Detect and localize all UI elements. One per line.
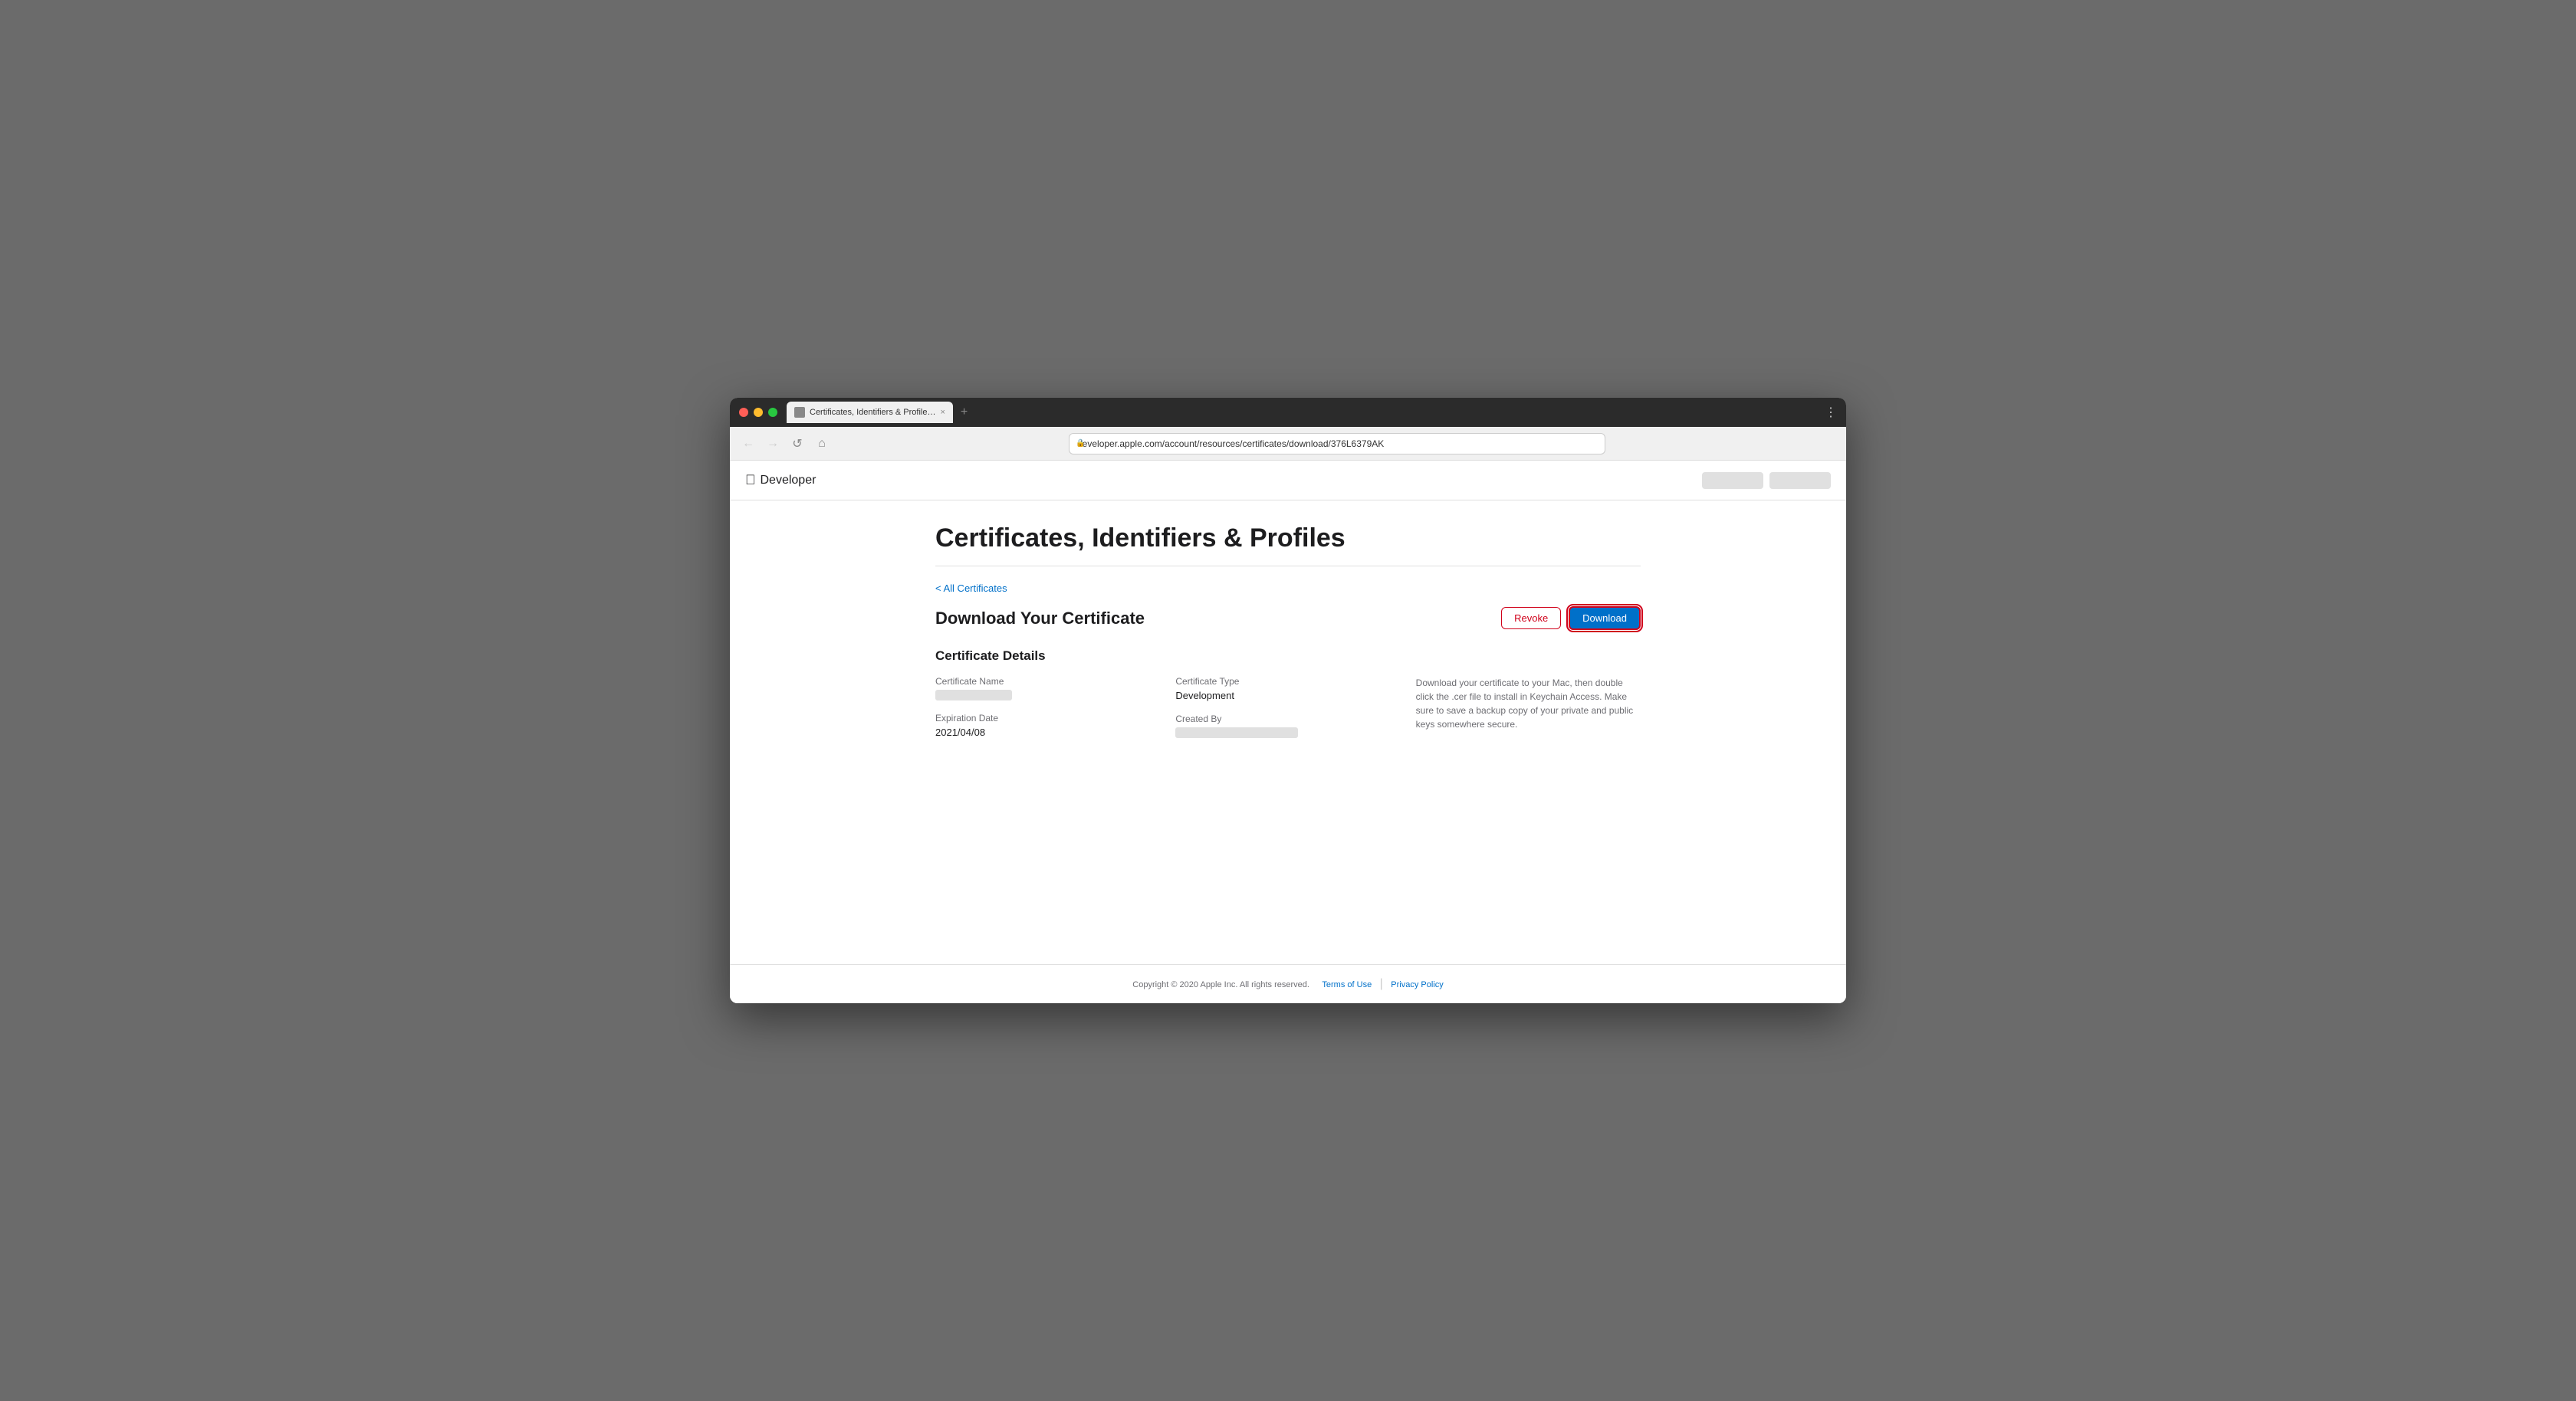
home-button[interactable]: ⌂ (813, 435, 831, 453)
nav-action-2[interactable] (1769, 472, 1831, 489)
apple-logo-icon:  (745, 472, 756, 488)
revoke-button[interactable]: Revoke (1501, 607, 1561, 629)
cert-type-value: Development (1175, 690, 1400, 701)
browser-window: Certificates, Identifiers & Profile… × +… (730, 398, 1846, 1003)
address-bar: ← → ↺ ⌂ 🔒 developer.apple.com/account/re… (730, 427, 1846, 461)
section-header: Download Your Certificate Revoke Downloa… (935, 606, 1641, 630)
tab-close-button[interactable]: × (940, 408, 945, 417)
maximize-window-button[interactable] (768, 408, 777, 417)
expiration-field: Expiration Date 2021/04/08 (935, 713, 1160, 738)
traffic-lights (739, 408, 777, 417)
nav-logo:  Developer (745, 472, 816, 488)
site-nav:  Developer (730, 461, 1846, 500)
copyright-text: Copyright © 2020 Apple Inc. All rights r… (1132, 980, 1309, 989)
breadcrumb-link[interactable]: All Certificates (935, 582, 1007, 594)
page-title: Certificates, Identifiers & Profiles (935, 523, 1641, 566)
nav-action-1[interactable] (1702, 472, 1763, 489)
cert-field-group-middle: Certificate Type Development Created By (1175, 676, 1400, 738)
reload-button[interactable]: ↺ (788, 435, 807, 453)
back-button[interactable]: ← (739, 435, 757, 453)
page-content:  Developer Certificates, Identifiers & … (730, 461, 1846, 1003)
tab-bar: Certificates, Identifiers & Profile… × + (787, 402, 1825, 423)
main-content: Certificates, Identifiers & Profiles All… (920, 500, 1656, 964)
title-bar: Certificates, Identifiers & Profile… × +… (730, 398, 1846, 427)
cert-name-value (935, 690, 1012, 700)
lock-icon: 🔒 (1076, 439, 1085, 448)
action-buttons: Revoke Download (1501, 606, 1641, 630)
privacy-policy-link[interactable]: Privacy Policy (1391, 980, 1443, 989)
browser-menu-button[interactable]: ⋮ (1825, 405, 1837, 420)
home-icon: ⌂ (818, 437, 826, 451)
reload-icon: ↺ (792, 436, 802, 451)
tab-favicon (794, 407, 805, 418)
cert-details-grid: Certificate Name Expiration Date 2021/04… (935, 676, 1641, 738)
nav-actions (1702, 472, 1831, 489)
section-title: Download Your Certificate (935, 609, 1145, 628)
footer-separator-2: | (1380, 977, 1387, 990)
page-footer: Copyright © 2020 Apple Inc. All rights r… (730, 964, 1846, 1003)
terms-of-use-link[interactable]: Terms of Use (1322, 980, 1372, 989)
expiration-value: 2021/04/08 (935, 727, 1160, 738)
expiration-label: Expiration Date (935, 713, 1160, 723)
forward-icon: → (767, 437, 779, 451)
active-tab[interactable]: Certificates, Identifiers & Profile… × (787, 402, 953, 423)
back-icon: ← (742, 437, 754, 451)
cert-name-field: Certificate Name (935, 676, 1160, 700)
address-text: developer.apple.com/account/resources/ce… (1077, 433, 1384, 454)
close-window-button[interactable] (739, 408, 748, 417)
address-input[interactable]: 🔒 developer.apple.com/account/resources/… (1069, 433, 1605, 454)
tab-title: Certificates, Identifiers & Profile… (810, 408, 935, 417)
cert-description: Download your certificate to your Mac, t… (1416, 676, 1641, 731)
developer-nav-label: Developer (761, 474, 816, 487)
created-by-label: Created By (1175, 714, 1400, 724)
cert-field-group-left: Certificate Name Expiration Date 2021/04… (935, 676, 1160, 738)
minimize-window-button[interactable] (754, 408, 763, 417)
cert-description-column: Download your certificate to your Mac, t… (1416, 676, 1641, 731)
cert-details-title: Certificate Details (935, 648, 1641, 664)
cert-type-field: Certificate Type Development (1175, 676, 1400, 701)
created-by-value (1175, 727, 1298, 738)
new-tab-button[interactable]: + (956, 405, 972, 419)
cert-name-label: Certificate Name (935, 676, 1160, 687)
created-by-field: Created By (1175, 714, 1400, 738)
download-button[interactable]: Download (1569, 606, 1641, 630)
forward-button[interactable]: → (764, 435, 782, 453)
cert-type-label: Certificate Type (1175, 676, 1400, 687)
